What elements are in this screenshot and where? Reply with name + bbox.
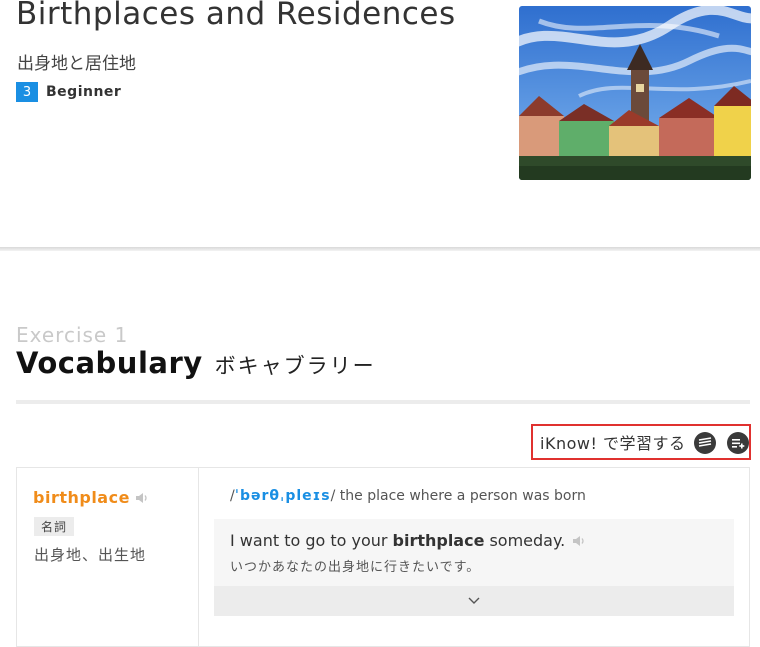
example-translation: いつかあなたの出身地に行きたいです。 [230, 560, 481, 575]
lesson-photo [519, 6, 751, 180]
exercise-title-jp: ボキャブラリー [214, 354, 376, 378]
level-label: Beginner [46, 84, 122, 100]
iknow-study-icon[interactable] [694, 432, 716, 454]
vocab-definition: /ˈbərθˌpleɪs/ the place where a person w… [230, 488, 586, 504]
level-number-badge: 3 [16, 82, 38, 102]
example-sentence: I want to go to your birthplace someday. [230, 531, 586, 550]
example-speaker-icon[interactable] [572, 535, 586, 547]
example-text-before: I want to go to your [230, 531, 388, 550]
iknow-label: iKnow! で学習する [540, 434, 686, 453]
example-text-after: someday. [489, 531, 566, 550]
expand-button[interactable] [214, 586, 734, 616]
example-sentence-box: I want to go to your birthplace someday.… [214, 519, 734, 616]
chevron-down-icon [468, 597, 480, 604]
level-indicator: 3 Beginner [16, 82, 121, 102]
part-of-speech-badge: 名詞 [34, 517, 75, 536]
vocab-translation: 出身地、出生地 [34, 546, 147, 564]
pronunciation: ˈbərθˌpleɪs [234, 488, 331, 504]
lesson-title: Birthplaces and Residences [16, 0, 456, 32]
example-highlight-word: birthplace [392, 531, 485, 550]
definition-text: the place where a person was born [339, 488, 586, 504]
vocab-column-divider [198, 468, 199, 646]
header-divider [0, 247, 760, 251]
speaker-icon[interactable] [135, 492, 149, 504]
exercise-title: Vocabulary ボキャブラリー [16, 346, 376, 380]
iknow-study-link[interactable]: iKnow! で学習する [531, 424, 751, 460]
exercise-title-en: Vocabulary [16, 346, 203, 380]
vocab-card: birthplace 名詞 出身地、出生地 /ˈbərθˌpleɪs/ the … [16, 467, 750, 647]
vocab-word: birthplace [33, 488, 149, 507]
exercise-divider [16, 400, 750, 404]
lesson-subtitle: 出身地と居住地 [17, 54, 136, 74]
exercise-label: Exercise 1 [16, 323, 129, 347]
iknow-add-list-icon[interactable] [727, 432, 749, 454]
vocab-word-text: birthplace [33, 488, 130, 507]
